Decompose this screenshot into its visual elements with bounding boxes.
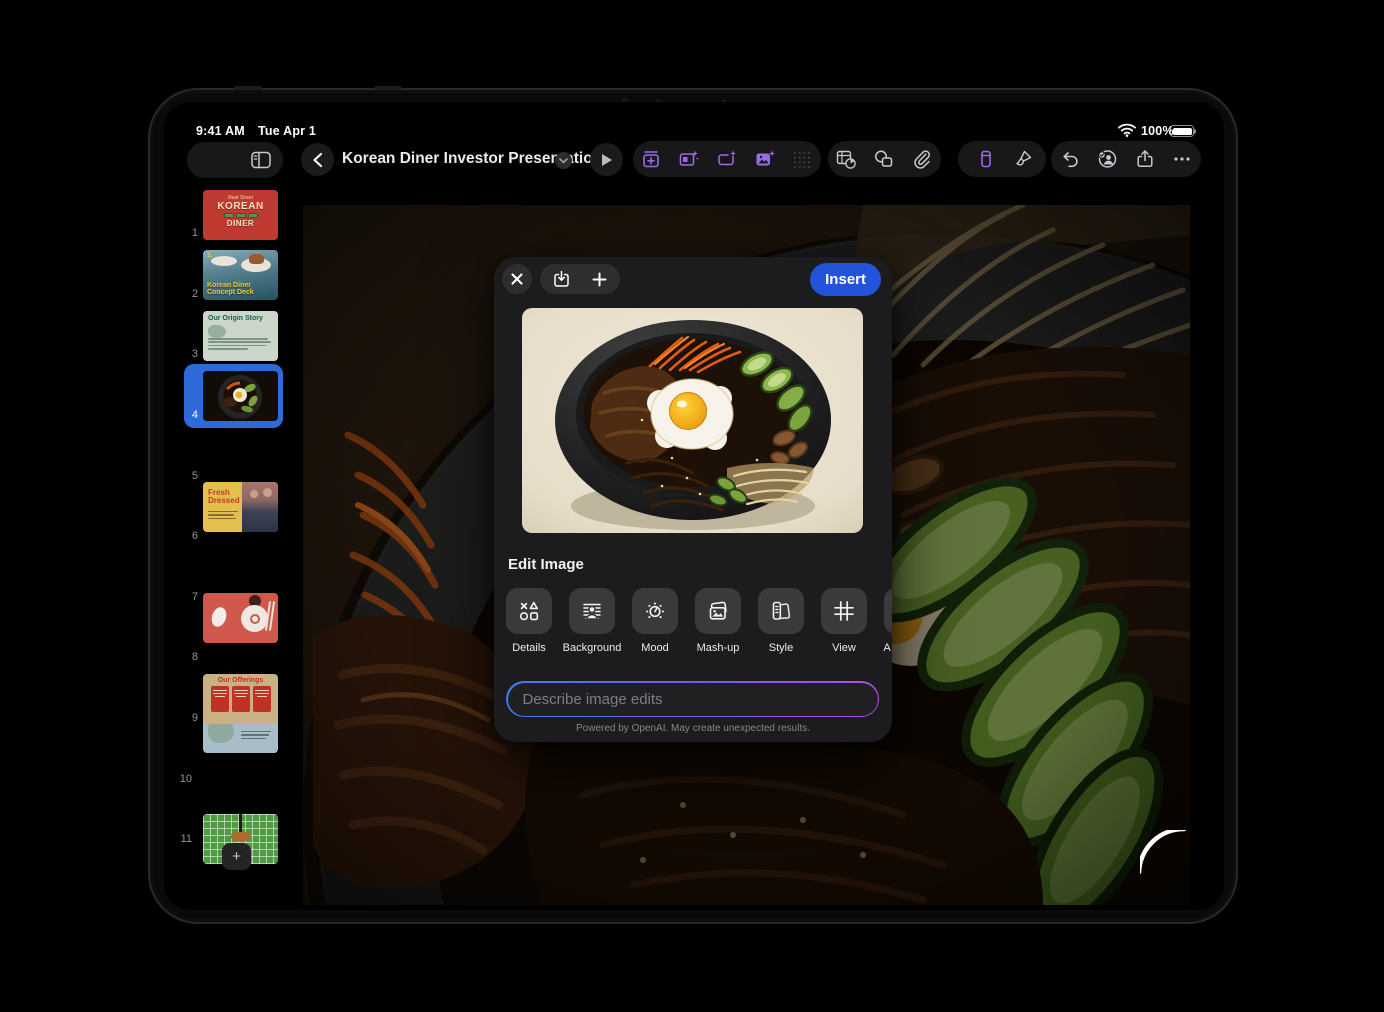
thumb-text: KOREAN bbox=[203, 201, 278, 212]
volume-button bbox=[234, 86, 262, 90]
new-image-button[interactable] bbox=[592, 272, 607, 287]
tool-background-button[interactable] bbox=[569, 588, 615, 634]
tool-label-mashup: Mash-up bbox=[686, 642, 750, 654]
section-title: Edit Image bbox=[508, 556, 584, 573]
generated-image-preview[interactable] bbox=[522, 308, 863, 533]
slide-thumbnail-4[interactable] bbox=[203, 371, 278, 421]
modal-action-group bbox=[540, 264, 620, 294]
back-chevron-icon bbox=[311, 152, 325, 168]
tool-partial-button[interactable] bbox=[884, 588, 892, 634]
tool-label-background: Background bbox=[560, 642, 624, 654]
thumb-text: Dressed bbox=[208, 496, 240, 505]
slide-thumbnail-9[interactable]: Our Offerings bbox=[203, 674, 278, 724]
slide-number: 11 bbox=[166, 833, 192, 845]
chevron-down-icon bbox=[559, 158, 568, 164]
tool-style-button[interactable] bbox=[758, 588, 804, 634]
volume-button bbox=[374, 86, 402, 90]
tool-label-style: Style bbox=[749, 642, 813, 654]
thumb-text: Our Offerings bbox=[203, 677, 278, 684]
save-image-button[interactable] bbox=[553, 270, 570, 288]
insert-button[interactable]: Insert bbox=[810, 263, 881, 296]
slide-thumbnail-2[interactable]: 1. Korean Diner Concept Deck bbox=[203, 250, 278, 300]
add-slide-button[interactable] bbox=[641, 149, 661, 169]
background-icon bbox=[580, 599, 604, 623]
tool-label-mood: Mood bbox=[623, 642, 687, 654]
title-menu-button[interactable] bbox=[555, 152, 572, 169]
tool-details-button[interactable] bbox=[506, 588, 552, 634]
mood-icon bbox=[643, 599, 667, 623]
battery-icon bbox=[1170, 125, 1194, 137]
tool-mashup-button[interactable] bbox=[695, 588, 741, 634]
chart-table-button[interactable] bbox=[836, 149, 856, 169]
tool-label-details: Details bbox=[497, 642, 561, 654]
slide-number: 8 bbox=[172, 651, 198, 663]
back-button[interactable] bbox=[301, 143, 334, 176]
pencil-stroke-arc bbox=[1140, 830, 1202, 892]
thumb-text: 1. bbox=[207, 252, 213, 259]
ai-disclaimer: Powered by OpenAI. May create unexpected… bbox=[494, 723, 892, 734]
slide-number: 7 bbox=[172, 591, 198, 603]
mashup-icon bbox=[706, 599, 730, 623]
thumb-text: Concept Deck bbox=[207, 289, 254, 296]
undo-button[interactable] bbox=[1060, 149, 1080, 169]
slide-number: 10 bbox=[166, 773, 192, 785]
insert-label: Insert bbox=[825, 271, 866, 288]
slide-number: 1 bbox=[172, 227, 198, 239]
thumb-bibimbap bbox=[203, 371, 278, 421]
sidebar-toggle-icon[interactable] bbox=[250, 149, 272, 171]
slide-number: 2 bbox=[172, 288, 198, 300]
details-icon bbox=[517, 599, 541, 623]
animate-grid-button[interactable] bbox=[792, 149, 812, 169]
play-icon bbox=[600, 153, 613, 167]
thumb-text: DINER bbox=[203, 219, 278, 228]
crayon-tool-button[interactable] bbox=[976, 149, 996, 169]
close-icon bbox=[511, 273, 523, 285]
add-slide-list-button[interactable]: + bbox=[222, 843, 251, 870]
prompt-input[interactable] bbox=[508, 683, 878, 716]
slide-number: 3 bbox=[172, 348, 198, 360]
status-date: Tue Apr 1 bbox=[258, 124, 316, 138]
slide-number: 6 bbox=[172, 530, 198, 542]
edit-image-modal: Insert bbox=[494, 257, 892, 742]
add-shape-button[interactable] bbox=[717, 149, 737, 169]
play-button[interactable] bbox=[590, 143, 623, 176]
slide-number: 5 bbox=[172, 470, 198, 482]
close-button[interactable] bbox=[502, 264, 532, 294]
bibimbap-image bbox=[522, 308, 863, 533]
add-text-box-button[interactable] bbox=[679, 149, 699, 169]
slide-number: 4 bbox=[172, 409, 198, 421]
slide-number: 9 bbox=[172, 712, 198, 724]
plus-icon: + bbox=[232, 848, 241, 865]
shapes-button[interactable] bbox=[874, 149, 894, 169]
more-button[interactable] bbox=[1172, 149, 1192, 169]
share-button[interactable] bbox=[1135, 149, 1155, 169]
tool-label-partial: A bbox=[875, 642, 892, 654]
slide-thumbnail-5[interactable]: Fresh Dressed bbox=[203, 482, 278, 532]
slide-thumbnail-3[interactable]: Our Origin Story bbox=[203, 311, 278, 361]
prompt-input-border bbox=[506, 681, 879, 717]
thumb-text: Korean Diner bbox=[207, 282, 251, 289]
tool-view-button[interactable] bbox=[821, 588, 867, 634]
status-battery-pct: 100% bbox=[1141, 124, 1174, 138]
tool-mood-button[interactable] bbox=[632, 588, 678, 634]
thumb-text: Our Origin Story bbox=[208, 315, 273, 322]
paintbrush-button[interactable] bbox=[1013, 149, 1033, 169]
add-image-button[interactable] bbox=[755, 149, 775, 169]
view-icon bbox=[832, 599, 856, 623]
style-icon bbox=[769, 599, 793, 623]
status-time: 9:41 AM bbox=[196, 124, 245, 138]
attachment-button[interactable] bbox=[912, 149, 932, 169]
collaborate-button[interactable] bbox=[1097, 149, 1117, 169]
slide-thumbnail-1[interactable]: Real Street KOREAN DINER bbox=[203, 190, 278, 240]
wifi-icon bbox=[1118, 123, 1136, 137]
slide-thumbnail-6[interactable] bbox=[203, 593, 278, 643]
ipad-screen: 9:41 AM Tue Apr 1 100% Korean Diner Inve… bbox=[164, 102, 1224, 910]
tool-label-view: View bbox=[812, 642, 876, 654]
